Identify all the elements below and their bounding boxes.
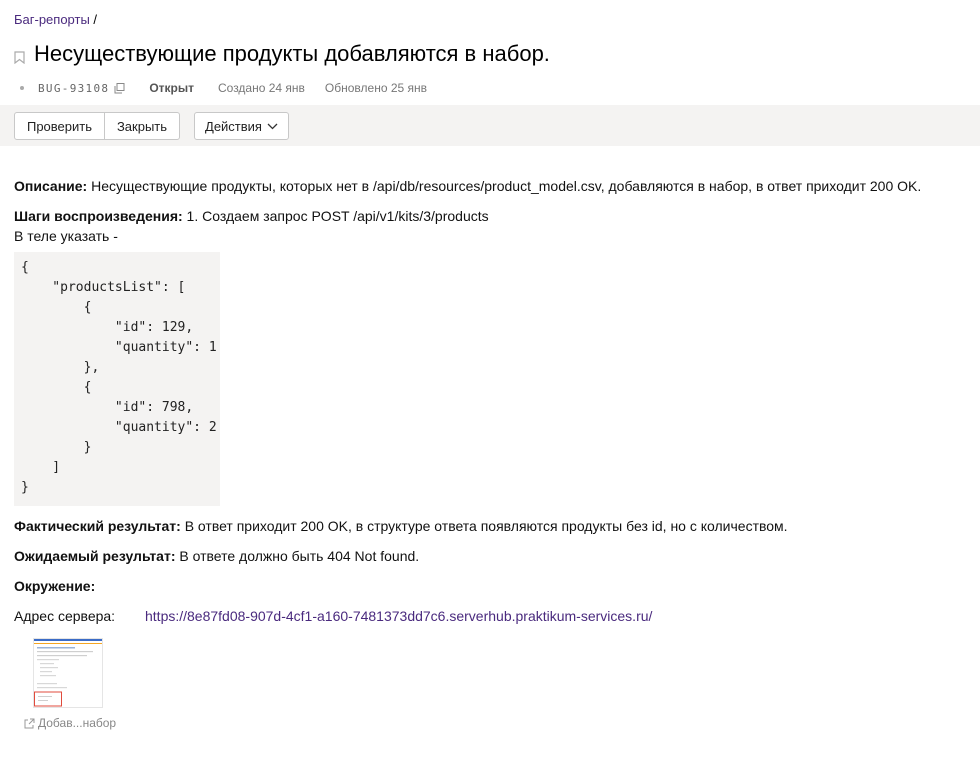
breadcrumb-separator: / xyxy=(89,12,98,27)
steps-label: Шаги воспроизведения: xyxy=(14,208,183,224)
expected-result-section: Ожидаемый результат: В ответе должно быт… xyxy=(14,546,964,566)
description-section: Описание: Несуществующие продукты, котор… xyxy=(14,176,964,196)
breadcrumb: Баг-репорты / xyxy=(14,12,97,27)
bookmark-icon[interactable] xyxy=(14,44,28,64)
server-address-row: Адрес сервера: https://8e87fd08-907d-4cf… xyxy=(14,606,964,626)
steps-line-2: В теле указать - xyxy=(14,228,118,244)
issue-description: Описание: Несуществующие продукты, котор… xyxy=(14,176,964,626)
attachment-caption[interactable]: Добав...набор xyxy=(24,716,124,730)
issue-meta: BUG-93108 Открыт Создано 24 янв Обновлен… xyxy=(20,81,427,95)
bullet-icon xyxy=(20,86,24,90)
close-button[interactable]: Закрыть xyxy=(104,112,180,140)
check-button[interactable]: Проверить xyxy=(14,112,105,140)
external-link-icon xyxy=(24,718,35,729)
steps-line-1: 1. Создаем запрос POST /api/v1/kits/3/pr… xyxy=(182,208,489,224)
actual-result-text: В ответ приходит 200 OK, в структуре отв… xyxy=(180,518,788,534)
server-address-link[interactable]: https://8e87fd08-907d-4cf1-a160-7481373d… xyxy=(145,606,652,626)
page-title: Несуществующие продукты добавляются в на… xyxy=(34,41,550,66)
environment-label: Окружение: xyxy=(14,578,96,594)
attachment-thumbnail[interactable] xyxy=(33,638,103,708)
actual-result-label: Фактический результат: xyxy=(14,518,181,534)
actions-dropdown[interactable]: Действия xyxy=(194,112,289,140)
steps-section: Шаги воспроизведения: 1. Создаем запрос … xyxy=(14,206,964,246)
updated-date: Обновлено 25 янв xyxy=(324,81,428,95)
screenshot-thumbnail-icon xyxy=(34,639,102,707)
description-text: Несуществующие продукты, которых нет в /… xyxy=(87,178,922,194)
attachment[interactable]: Добав...набор xyxy=(24,638,124,730)
code-block: { "productsList": [ { "id": 129, "quanti… xyxy=(14,252,220,506)
copy-icon[interactable] xyxy=(114,82,125,94)
issue-key: BUG-93108 xyxy=(38,81,110,95)
expected-result-text: В ответе должно быть 404 Not found. xyxy=(175,548,420,564)
title-row: Несуществующие продукты добавляются в на… xyxy=(14,41,550,67)
breadcrumb-link-bug-reports[interactable]: Баг-репорты xyxy=(14,12,90,27)
actual-result-section: Фактический результат: В ответ приходит … xyxy=(14,516,964,536)
attachment-name: Добав...набор xyxy=(38,716,117,730)
toolbar: Проверить Закрыть Действия xyxy=(0,105,980,146)
environment-section: Окружение: xyxy=(14,576,964,596)
server-address-label: Адрес сервера: xyxy=(14,608,116,624)
created-date: Создано 24 янв xyxy=(217,81,305,95)
actions-label: Действия xyxy=(205,118,262,134)
description-label: Описание: xyxy=(14,178,88,194)
chevron-down-icon xyxy=(267,123,278,130)
status-badge[interactable]: Открыт xyxy=(149,81,194,95)
expected-result-label: Ожидаемый результат: xyxy=(14,548,176,564)
